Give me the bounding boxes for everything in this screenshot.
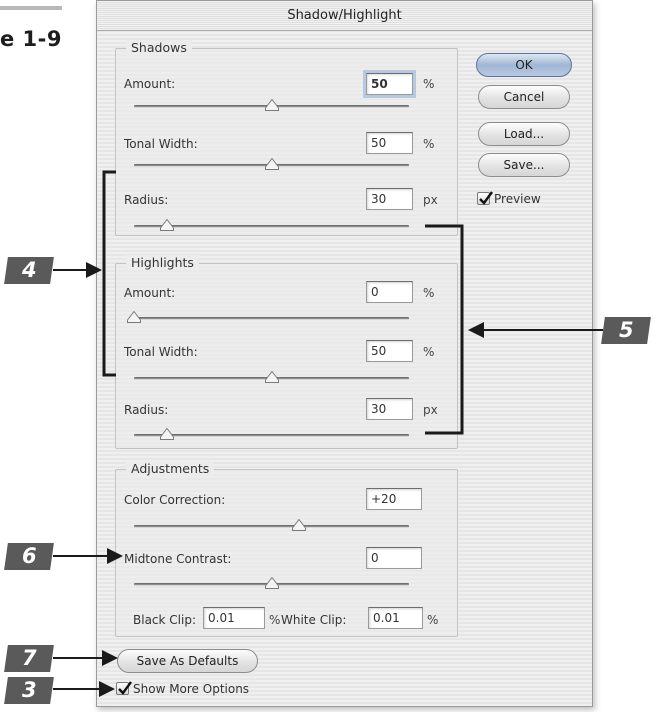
- highlights-radius-slider-track[interactable]: [134, 434, 409, 437]
- highlights-radius-slider-thumb[interactable]: [160, 428, 174, 440]
- shadows-amount-label: Amount:: [124, 77, 176, 91]
- white-clip-unit: %: [427, 613, 439, 627]
- slider-thumb-icon: [160, 219, 174, 231]
- shadows-amount-slider-thumb[interactable]: [264, 99, 279, 111]
- black-clip-label: Black Clip:: [133, 613, 196, 627]
- slider-thumb-icon: [264, 99, 279, 111]
- highlights-legend: Highlights: [126, 255, 199, 270]
- shadows-radius-slider-thumb[interactable]: [160, 219, 174, 231]
- preview-label: Preview: [494, 192, 541, 206]
- shadows-tonal-width-field[interactable]: 50: [366, 132, 413, 154]
- checkmark-icon: [118, 681, 132, 695]
- white-clip-field[interactable]: 0.01: [368, 607, 423, 629]
- shadows-radius-field[interactable]: 30: [366, 188, 413, 210]
- save-button[interactable]: Save...: [478, 153, 570, 177]
- highlights-tonal-width-field[interactable]: 50: [366, 340, 413, 362]
- callout-6: 6: [4, 543, 54, 570]
- highlights-amount-label: Amount:: [124, 286, 176, 300]
- highlights-tonal-width-unit: %: [423, 345, 435, 359]
- save-as-defaults-button[interactable]: Save As Defaults: [117, 649, 258, 673]
- cancel-button[interactable]: Cancel: [478, 85, 570, 109]
- checkmark-icon: [479, 191, 493, 205]
- shadows-tonal-width-slider-thumb[interactable]: [264, 158, 279, 170]
- midtone-contrast-slider-thumb[interactable]: [264, 577, 279, 589]
- highlights-amount-slider-thumb[interactable]: [127, 311, 141, 323]
- dialog-title: Shadow/Highlight: [97, 1, 592, 31]
- highlights-tonal-width-slider-thumb[interactable]: [264, 371, 279, 383]
- shadow-highlight-dialog: Shadow/Highlight Shadows Highlights Adju…: [96, 0, 593, 707]
- adjustments-legend: Adjustments: [126, 461, 215, 476]
- highlights-radius-field[interactable]: 30: [366, 398, 413, 420]
- callout-5: 5: [601, 317, 651, 344]
- shadows-amount-field[interactable]: 50: [366, 73, 413, 95]
- midtone-contrast-field[interactable]: 0: [366, 547, 422, 569]
- shadows-amount-unit: %: [423, 77, 435, 91]
- color-correction-slider-track[interactable]: [134, 525, 409, 528]
- shadows-tonal-width-unit: %: [423, 137, 435, 151]
- midtone-contrast-label: Midtone Contrast:: [124, 552, 232, 566]
- slider-thumb-icon: [127, 311, 141, 323]
- slider-thumb-icon: [160, 428, 174, 440]
- black-clip-unit: %: [269, 613, 281, 627]
- black-clip-field[interactable]: 0.01: [203, 607, 265, 629]
- callout-3: 3: [4, 677, 54, 704]
- slider-thumb-icon: [292, 519, 306, 531]
- callout-7: 7: [4, 645, 54, 672]
- show-more-options-label: Show More Options: [133, 682, 250, 696]
- callout-4: 4: [4, 257, 54, 284]
- highlights-radius-label: Radius:: [124, 403, 169, 417]
- color-correction-label: Color Correction:: [124, 493, 226, 507]
- highlights-amount-slider-track[interactable]: [134, 317, 409, 320]
- shadows-legend: Shadows: [126, 40, 192, 55]
- shadows-radius-label: Radius:: [124, 193, 169, 207]
- highlights-amount-unit: %: [423, 286, 435, 300]
- shadows-tonal-width-label: Tonal Width:: [124, 137, 198, 151]
- shadows-radius-unit: px: [423, 193, 438, 207]
- color-correction-field[interactable]: +20: [366, 488, 422, 510]
- figure-label: e 1-9: [0, 27, 62, 51]
- preview-checkbox[interactable]: [477, 191, 493, 205]
- show-more-options-checkbox[interactable]: [116, 681, 132, 695]
- slider-thumb-icon: [264, 577, 279, 589]
- ok-button[interactable]: OK: [476, 53, 572, 77]
- load-button[interactable]: Load...: [478, 122, 570, 146]
- white-clip-label: White Clip:: [281, 613, 347, 627]
- highlights-amount-field[interactable]: 0: [366, 281, 413, 303]
- figure-rule: [0, 6, 62, 10]
- slider-thumb-icon: [264, 158, 279, 170]
- highlights-tonal-width-label: Tonal Width:: [124, 345, 198, 359]
- highlights-radius-unit: px: [423, 403, 438, 417]
- slider-thumb-icon: [264, 371, 279, 383]
- color-correction-slider-thumb[interactable]: [292, 519, 306, 531]
- shadows-radius-slider-track[interactable]: [134, 225, 409, 228]
